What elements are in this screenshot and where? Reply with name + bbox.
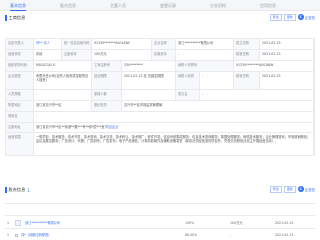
tab-credit-info[interactable]: 信用信息 <box>260 0 276 11</box>
value-approval-date-2: 2021-02-23 <box>260 72 314 90</box>
value-founded: 2021-02-23 <box>260 39 314 50</box>
label-business-scope: 经营范围 <box>6 133 34 155</box>
label-tax-qualification: 纳税人资质 <box>176 72 200 90</box>
tab-key-personnel[interactable]: 主要人员 <box>110 0 126 11</box>
value-company-name: 浙江**********有限公司 <box>176 39 234 50</box>
qcc-logo-text: 企查查 <box>304 15 315 20</box>
export-button[interactable]: 导出 <box>269 186 282 193</box>
label-founded: 成立日期 <box>234 39 260 50</box>
row-index: 1 <box>7 233 10 237</box>
value-region: 浙江省嘉兴市**区 <box>34 101 92 112</box>
label-company-name: 企业名称 <box>152 39 176 50</box>
section-title-business-info: 工商信息 <box>5 15 25 21</box>
value-tax-qualification: - <box>200 72 234 90</box>
value-approval-date: 2021-02-23 <box>260 50 314 61</box>
section-marker <box>5 187 7 193</box>
subscription-date: 2021-02-23 <box>275 221 294 225</box>
value-reg-address: 浙江省嘉兴市**区**街道**路***号**幢*层***室 附近企业 <box>34 123 314 133</box>
qcc-logo-icon: C <box>297 14 304 21</box>
label-legal-rep: 法定代表人 <box>6 39 34 50</box>
label-credit-code: 统一社会信用代码 <box>62 39 92 50</box>
export-button[interactable]: 导出 <box>269 14 282 21</box>
value-legal-rep: 刘** 法人 <box>34 39 62 50</box>
section-marker <box>5 15 7 21</box>
subscription-date: 2021-02-23 <box>275 233 294 237</box>
tab-change-records[interactable]: 变更记录 <box>160 0 176 11</box>
label-company-type: 企业类型 <box>6 72 34 90</box>
value-former-name: - <box>34 112 314 123</box>
label-former-name: 曾用名 <box>6 112 34 123</box>
value-taxpayer-id: 91330********A0016JW <box>234 61 314 72</box>
value-reg-capital: 100万元 <box>92 50 152 61</box>
holding-ratio: 60.00% <box>185 233 198 237</box>
label-business-term: 营业期限 <box>92 72 122 90</box>
value-english-name: - <box>200 90 314 101</box>
label-english-name: 英文名 <box>176 90 200 101</box>
tab-bar: 基本信息 股东信息 主要人员 变更记录 分支机构 信用信息 <box>0 0 320 11</box>
tab-basic-info[interactable]: 基本信息 <box>10 0 26 11</box>
qcc-logo[interactable]: C 企查查 <box>297 186 315 193</box>
label-org-code: 组织机构代码 <box>6 61 34 72</box>
shareholder-count: 1 <box>27 187 30 193</box>
label-region: 所属地区 <box>6 101 34 112</box>
label-status: 经营状态 <box>6 50 34 61</box>
value-reg-no: 330******** <box>122 61 176 72</box>
shareholder-name-link[interactable]: 刘*（持股比例穿透） <box>21 229 51 240</box>
business-info-grid: 法定代表人 刘** 法人 统一社会信用代码 91330*******A0016J… <box>5 38 315 156</box>
section-title-shareholders: 股东信息 1 <box>5 187 30 193</box>
value-org-code: MA2JCGJU-0 <box>34 61 92 72</box>
refresh-button[interactable]: 更新 <box>283 186 296 193</box>
reg-address-text: 浙江省嘉兴市**区**街道**路***号**幢*层***室 <box>36 125 105 129</box>
value-business-scope: 一般项目：技术服务、技术开发、技术咨询、技术交流、技术转让、技术推广；软件开发；… <box>34 133 314 155</box>
table-header-row <box>5 204 315 216</box>
label-reg-address: 注册地址 <box>6 123 34 133</box>
section-title-text: 工商信息 <box>8 15 26 20</box>
shareholders-table: 1 浙江**********有限公司 100% 100万元 2021-02-23… <box>5 203 315 240</box>
tab-shareholders[interactable]: 股东信息 <box>60 0 76 11</box>
label-approval-date-2: 核准日期 <box>234 72 260 90</box>
subscribed-amount: 100万元 <box>230 221 243 225</box>
table-row[interactable]: 1 浙江**********有限公司 100% 100万元 2021-02-23 <box>5 217 315 229</box>
label-paid-capital: 实缴资本 <box>152 50 176 61</box>
value-reg-authority: 嘉兴市**区市场监督管理局 <box>122 101 314 112</box>
label-reg-capital: 注册资本 <box>62 50 92 61</box>
label-reg-no: 工商注册号 <box>92 61 122 72</box>
qcc-logo-text: 企查查 <box>304 187 315 192</box>
refresh-button[interactable]: 更新 <box>283 14 296 21</box>
label-approval-date: 核准日期 <box>234 50 260 61</box>
value-status: 存续 <box>34 50 62 61</box>
business-info-toolbar: 导出 更新 C 企查查 <box>269 14 315 21</box>
value-credit-code: 91330*******A0016JW <box>92 39 152 50</box>
qcc-logo[interactable]: C 企查查 <box>297 14 315 21</box>
label-insured-count: 参保人数 <box>92 90 122 101</box>
shareholders-toolbar: 导出 更新 C 企查查 <box>269 186 315 193</box>
value-paid-capital: - <box>176 50 234 61</box>
label-taxpayer-id: 纳税人识别号 <box>176 61 234 72</box>
value-insured-count: - <box>122 90 176 101</box>
legal-rep-link[interactable]: 刘** 法人 <box>36 41 50 45</box>
holding-ratio: 100% <box>185 221 195 225</box>
row-index: 1 <box>7 221 10 225</box>
qcc-logo-icon: C <box>297 186 304 193</box>
value-business-term: 2021-02-23 至 无固定期限 <box>122 72 176 90</box>
expand-checkbox[interactable] <box>15 229 18 240</box>
label-staff-size: 人员规模 <box>6 90 34 101</box>
nearby-companies-link[interactable]: 附近企业 <box>106 125 119 129</box>
value-staff-size: - <box>34 90 92 101</box>
table-row[interactable]: 1 刘*（持股比例穿透） 60.00% - 2021-02-23 <box>5 229 315 240</box>
tab-branches[interactable]: 分支机构 <box>210 0 226 11</box>
label-reg-authority: 登记机关 <box>92 101 122 112</box>
section-title-text: 股东信息 <box>8 187 26 192</box>
value-company-type: 有限责任公司(自然人投资或控股的法人独资) <box>34 72 92 90</box>
shareholder-name-link[interactable]: 浙江**********有限公司 <box>25 217 60 229</box>
company-logo-icon <box>15 217 21 229</box>
subscribed-amount: - <box>230 233 232 237</box>
